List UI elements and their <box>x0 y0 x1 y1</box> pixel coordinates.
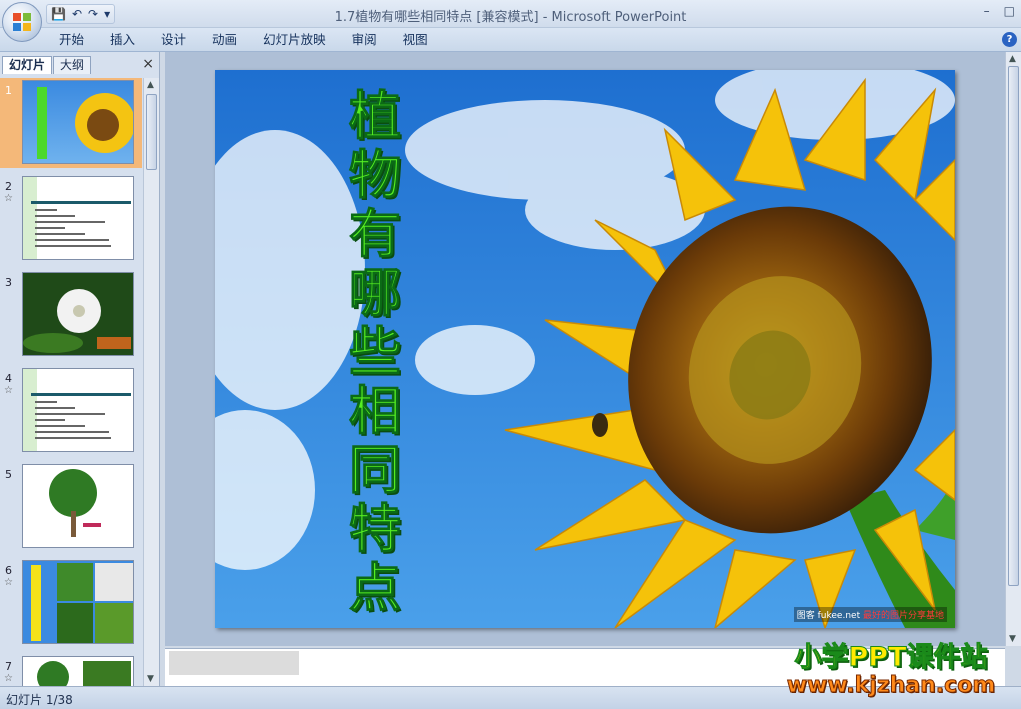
close-panel-icon[interactable]: × <box>142 56 154 72</box>
slides-panel-scrollbar[interactable]: ▲ ▼ <box>143 78 159 686</box>
watermark-title: 小学PPT课件站 <box>794 642 988 674</box>
tab-design[interactable]: 设计 <box>148 32 199 48</box>
minimize-button[interactable]: – <box>984 4 990 18</box>
thumbnail-number: 2 <box>5 180 12 193</box>
thumbnail-image <box>22 656 134 686</box>
thumbnail-list: 1 2 ☆ 3 4 ☆ 5 6 ☆ 7 ☆ <box>0 78 142 686</box>
slide-background-image <box>215 70 955 628</box>
slides-panel: 幻灯片 大纲 × 1 2 ☆ 3 4 ☆ 5 6 ☆ 7 ☆ ▲ ▼ <box>0 52 160 686</box>
tab-animations[interactable]: 动画 <box>199 32 250 48</box>
office-button[interactable] <box>2 2 42 42</box>
scrollbar-thumb[interactable] <box>1008 66 1019 586</box>
tab-slideshow[interactable]: 幻灯片放映 <box>250 32 339 48</box>
thumbnail-image <box>22 464 134 548</box>
tab-slides[interactable]: 幻灯片 <box>2 56 53 74</box>
slide-thumbnail-6[interactable]: 6 ☆ <box>0 558 142 648</box>
current-slide[interactable]: 植物有哪些相同特点 图客 fukee.net 最好的图片分享基地 <box>215 70 955 628</box>
scroll-up-icon[interactable]: ▲ <box>147 80 154 90</box>
thumbnail-image <box>22 176 134 260</box>
window-controls: – □ <box>984 4 1015 18</box>
scrollbar-thumb[interactable] <box>146 94 157 170</box>
tab-review[interactable]: 审阅 <box>339 32 390 48</box>
window-title: 1.7植物有哪些相同特点 [兼容模式] - Microsoft PowerPoi… <box>334 10 687 25</box>
slide-thumbnail-2[interactable]: 2 ☆ <box>0 174 142 264</box>
slide-thumbnail-1[interactable]: 1 <box>0 78 142 168</box>
ribbon-tabs: 开始 插入 设计 动画 幻灯片放映 审阅 视图 <box>46 32 441 48</box>
thumbnail-number: 3 <box>5 276 12 289</box>
animation-star-icon: ☆ <box>4 577 13 588</box>
help-icon[interactable]: ? <box>1002 32 1017 47</box>
credit-site: 图客 fukee.net <box>796 611 861 621</box>
animation-star-icon: ☆ <box>4 193 13 204</box>
animation-star-icon: ☆ <box>4 673 13 684</box>
thumbnail-image <box>22 272 134 356</box>
restore-button[interactable]: □ <box>1004 4 1015 18</box>
tab-view[interactable]: 视图 <box>390 32 441 48</box>
credit-text: 最好的图片分享基地 <box>862 611 944 621</box>
slide-thumbnail-5[interactable]: 5 <box>0 462 142 552</box>
thumbnail-image <box>22 560 134 644</box>
thumbnail-number: 6 <box>5 564 12 577</box>
thumbnail-number: 7 <box>5 660 12 673</box>
slide-counter: 幻灯片 1/38 <box>6 693 73 707</box>
thumbnail-image <box>22 80 134 164</box>
scroll-down-icon[interactable]: ▼ <box>147 674 154 684</box>
scroll-up-icon[interactable]: ▲ <box>1009 54 1016 64</box>
slide-thumbnail-7[interactable]: 7 ☆ <box>0 654 142 686</box>
thumbnail-image <box>22 368 134 452</box>
slide-thumbnail-3[interactable]: 3 <box>0 270 142 360</box>
slide-title[interactable]: 植物有哪些相同特点 <box>343 87 407 619</box>
office-logo-icon <box>13 13 31 31</box>
image-credit: 图客 fukee.net 最好的图片分享基地 <box>793 607 947 622</box>
site-watermark: 小学PPT课件站 www.kjzhan.com <box>776 642 1006 702</box>
tab-outline[interactable]: 大纲 <box>53 56 92 74</box>
slide-area-scrollbar[interactable]: ▲ ▼ <box>1005 52 1021 646</box>
thumbnail-number: 4 <box>5 372 12 385</box>
panel-tabs: 幻灯片 大纲 × <box>0 54 160 74</box>
tab-insert[interactable]: 插入 <box>97 32 148 48</box>
notes-input[interactable] <box>169 651 299 675</box>
thumbnail-number: 1 <box>5 84 12 97</box>
slide-thumbnail-4[interactable]: 4 ☆ <box>0 366 142 456</box>
slide-editing-area: 植物有哪些相同特点 图客 fukee.net 最好的图片分享基地 <box>165 52 1005 646</box>
ribbon: 开始 插入 设计 动画 幻灯片放映 审阅 视图 ? <box>0 28 1021 52</box>
animation-star-icon: ☆ <box>4 385 13 396</box>
tab-home[interactable]: 开始 <box>46 32 97 48</box>
thumbnail-number: 5 <box>5 468 12 481</box>
watermark-url: www.kjzhan.com <box>786 673 996 698</box>
scroll-down-icon[interactable]: ▼ <box>1009 634 1016 644</box>
title-bar: 💾 ↶ ↷ ▾ 1.7植物有哪些相同特点 [兼容模式] - Microsoft … <box>0 0 1021 28</box>
